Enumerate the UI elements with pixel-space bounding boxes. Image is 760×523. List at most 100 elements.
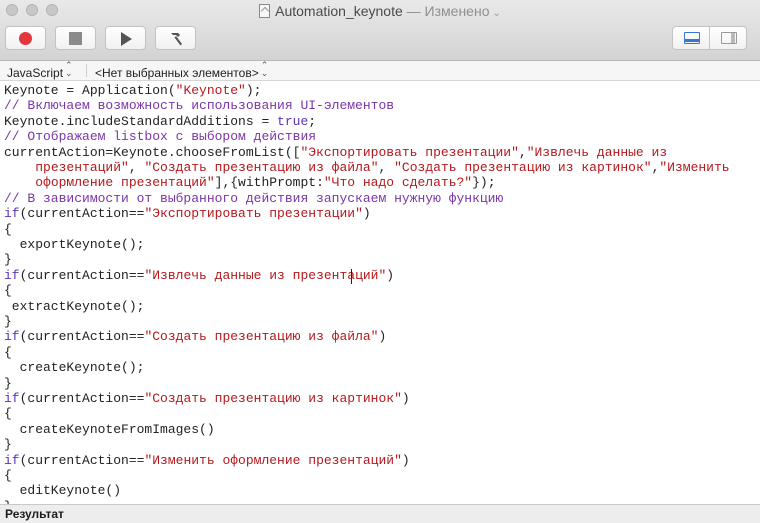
document-icon <box>259 4 271 18</box>
code-line[interactable]: { <box>4 283 12 299</box>
code-token: } <box>4 252 12 268</box>
code-line[interactable]: { <box>4 345 12 361</box>
code-line[interactable]: // Отображаем listbox с выбором действия <box>4 129 316 145</box>
code-line[interactable]: презентаций", "Создать презентацию из фа… <box>4 160 730 176</box>
code-line[interactable]: if(currentAction=="Создать презентацию и… <box>4 329 386 345</box>
play-icon <box>121 32 132 46</box>
code-line[interactable]: } <box>4 376 12 392</box>
code-token: , <box>518 144 527 160</box>
code-token: { <box>4 283 12 299</box>
code-token: createKeynote(); <box>4 360 145 376</box>
code-token: (currentAction== <box>19 267 145 283</box>
code-token: (currentAction== <box>19 391 145 406</box>
chevron-down-icon[interactable]: ⌄ <box>492 8 500 19</box>
language-popup[interactable]: JavaScript⌃ ⌄ <box>7 61 73 83</box>
code-token: if <box>4 391 20 406</box>
code-line[interactable]: if(currentAction=="Извлечь данные из пре… <box>4 268 394 284</box>
code-token: createKeynoteFromImages() <box>4 421 215 437</box>
updown-chevron-icon: ⌃ ⌄ <box>260 60 269 78</box>
code-line[interactable]: } <box>4 437 12 453</box>
show-library-pane-button[interactable] <box>709 26 747 50</box>
code-editor[interactable]: Keynote = Application("Keynote");// Вклю… <box>0 81 760 504</box>
code-line[interactable]: extractKeynote(); <box>4 298 145 315</box>
code-token: extractKeynote(); <box>4 298 145 314</box>
code-token: ) <box>401 452 410 468</box>
code-token: ) <box>386 267 395 283</box>
code-line[interactable]: // В зависимости от выбранного действия … <box>4 191 503 207</box>
code-token: ) <box>401 391 410 406</box>
text-caret <box>351 268 352 284</box>
code-token: { <box>4 468 12 483</box>
code-line[interactable]: { <box>4 222 12 238</box>
window-title-bar[interactable]: Automation_keynote — Изменено ⌄ <box>0 1 760 21</box>
code-token: "Изменить оформление презентаций" <box>144 452 402 468</box>
code-token: ; <box>308 113 317 129</box>
record-icon <box>19 32 32 45</box>
record-button[interactable] <box>5 26 46 50</box>
code-token: } <box>4 437 12 453</box>
code-line[interactable]: exportKeynote(); <box>4 237 145 253</box>
code-line[interactable]: Keynote = Application("Keynote"); <box>4 83 261 99</box>
code-token: // Включаем возможность использования UI… <box>4 98 395 114</box>
result-pane: Результат <box>0 504 760 523</box>
element-selector-label: <Нет выбранных элементов> <box>95 66 259 80</box>
code-token: (currentAction== <box>19 452 145 468</box>
code-line[interactable]: currentAction=Keynote.chooseFromList(["Э… <box>4 145 667 161</box>
show-log-pane-button[interactable] <box>672 26 710 50</box>
code-token: if <box>4 329 20 345</box>
code-line[interactable]: } <box>4 252 12 268</box>
code-token: if <box>4 267 20 283</box>
code-line[interactable]: if(currentAction=="Экспортировать презен… <box>4 206 371 222</box>
code-token: }); <box>472 175 496 191</box>
code-token: true <box>277 113 309 129</box>
stop-button[interactable] <box>55 26 96 50</box>
code-token: "Создать презентацию из файла" <box>144 329 379 345</box>
code-token: "Изменить <box>659 160 730 175</box>
code-token: // В зависимости от выбранного действия … <box>4 190 504 206</box>
stop-icon <box>69 32 82 45</box>
code-line[interactable]: createKeynoteFromImages() <box>4 422 215 438</box>
code-token: exportKeynote(); <box>4 237 145 252</box>
code-line[interactable]: createKeynote(); <box>4 360 145 376</box>
code-token: if <box>4 452 20 468</box>
updown-chevron-icon: ⌃ ⌄ <box>65 60 73 78</box>
code-token: } <box>4 314 12 329</box>
code-token: editKeynote() <box>4 483 122 499</box>
hammer-icon <box>171 33 182 46</box>
code-line[interactable]: } <box>4 314 12 330</box>
code-token: ) <box>362 206 371 222</box>
side-pane-icon <box>721 32 737 44</box>
code-token: "Экспортировать презентации" <box>144 206 363 222</box>
code-token: "Создать презентацию из файла" <box>144 160 379 175</box>
code-line[interactable]: // Включаем возможность использования UI… <box>4 98 394 114</box>
code-line[interactable]: if(currentAction=="Изменить оформление п… <box>4 453 410 469</box>
code-token: (currentAction== <box>19 329 145 345</box>
code-line[interactable]: { <box>4 468 12 484</box>
code-token: ) <box>378 329 387 345</box>
code-token: "Извлечь данные из презентаций" <box>144 267 387 283</box>
element-selector-popup[interactable]: <Нет выбранных элементов>⌃ ⌄ <box>95 61 268 83</box>
code-token: } <box>4 375 12 391</box>
code-line[interactable]: if(currentAction=="Создать презентацию и… <box>4 391 410 407</box>
code-token: // Отображаем listbox с выбором действия <box>4 129 317 145</box>
code-line[interactable]: Keynote.includeStandardAdditions = true; <box>4 114 316 130</box>
code-line[interactable]: { <box>4 406 12 422</box>
code-token: { <box>4 406 12 422</box>
edited-status: Изменено <box>424 3 490 19</box>
run-button[interactable] <box>105 26 146 50</box>
code-token: "Создать презентацию из картинок" <box>144 391 402 406</box>
code-token: "Экспортировать презентации" <box>300 144 519 160</box>
code-token: ); <box>245 83 262 98</box>
script-editor-window: Automation_keynote — Изменено ⌄ JavaScrip… <box>0 0 760 523</box>
compile-button[interactable] <box>155 26 196 50</box>
code-line[interactable]: оформление презентаций"],{withPrompt:"Чт… <box>4 175 496 191</box>
code-token: презентаций" <box>35 160 129 175</box>
window-toolbar: Automation_keynote — Изменено ⌄ <box>0 0 760 61</box>
code-line[interactable]: editKeynote() <box>4 483 121 499</box>
code-token: { <box>4 344 12 360</box>
result-pane-title: Результат <box>5 507 64 521</box>
code-token: , <box>378 160 395 175</box>
code-token: "Keynote" <box>175 83 246 98</box>
